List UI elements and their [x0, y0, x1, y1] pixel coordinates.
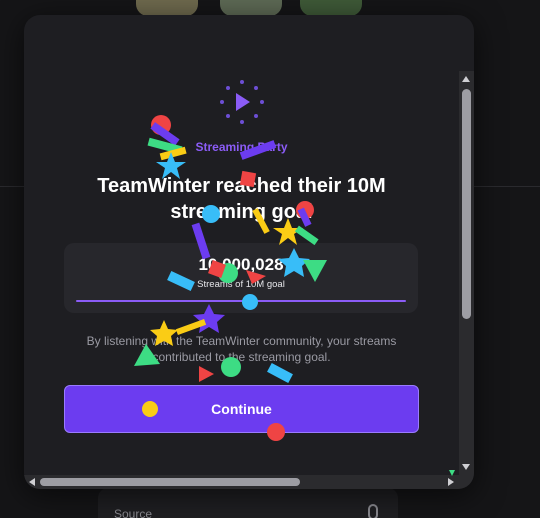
modal-description: By listening with the TeamWinter communi… [86, 334, 397, 364]
stream-count: 10,000,028 [198, 255, 284, 274]
scrollbar-corner [459, 475, 474, 489]
modal-heading: TeamWinter reached their 10M streaming g… [97, 175, 386, 223]
vertical-scroll-thumb[interactable] [462, 89, 471, 319]
goal-progress-bar [76, 300, 406, 302]
artist-thumbnail [136, 0, 198, 16]
scroll-up-arrow-icon[interactable] [462, 76, 470, 82]
scroll-left-arrow-icon[interactable] [29, 478, 35, 486]
microphone-icon[interactable] [368, 504, 378, 518]
scroll-right-arrow-icon[interactable] [448, 478, 454, 486]
continue-button[interactable]: Continue [64, 385, 419, 433]
vertical-scrollbar[interactable] [459, 71, 474, 475]
goal-progress-fill [76, 300, 406, 302]
play-loader-icon [218, 78, 266, 126]
scroll-down-arrow-icon[interactable] [462, 464, 470, 470]
artist-thumbnail [300, 0, 362, 16]
horizontal-scrollbar[interactable] [24, 475, 459, 489]
horizontal-scroll-thumb[interactable] [40, 478, 300, 486]
modal-content: Streaming Party TeamWinter reached their… [24, 15, 459, 475]
streaming-party-label: Streaming Party [195, 140, 288, 154]
source-field[interactable]: Source [98, 488, 398, 518]
source-label: Source [114, 507, 153, 518]
goal-card: 10,000,028 Streams of 10M goal [64, 243, 418, 313]
artist-thumbnail [220, 0, 282, 16]
goal-caption: Streams of 10M goal [197, 279, 285, 290]
streaming-party-modal: Streaming Party TeamWinter reached their… [24, 15, 474, 489]
